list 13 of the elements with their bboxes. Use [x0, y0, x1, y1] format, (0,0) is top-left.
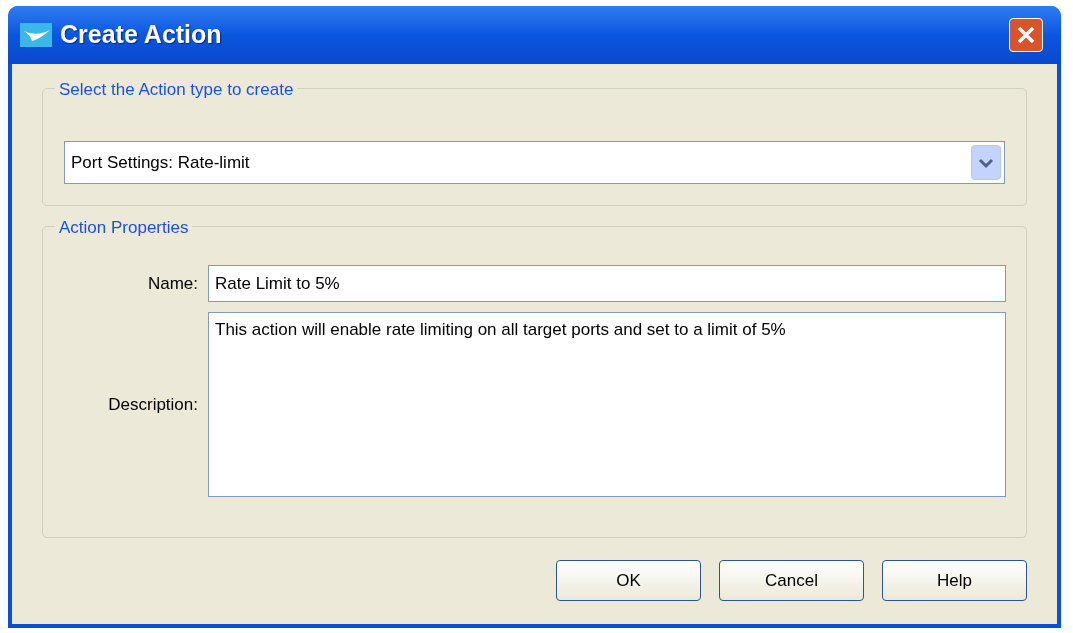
action-type-dropdown[interactable]: Port Settings: Rate-limit [64, 141, 1005, 184]
dialog-button[interactable]: Cancel [719, 560, 864, 601]
description-field[interactable]: This action will enable rate limiting on all target ports and set to a limit of 5% [208, 312, 1006, 497]
field-label: Name: [146, 272, 198, 295]
field-label: Description: [107, 393, 198, 416]
close-icon [1016, 25, 1036, 45]
dialog-button[interactable]: Help [882, 560, 1027, 601]
app-icon [20, 23, 52, 47]
dialog-button[interactable]: OK [556, 560, 701, 601]
close-button[interactable] [1009, 18, 1043, 52]
dropdown-value: Port Settings: Rate-limit [71, 151, 251, 174]
name-field[interactable]: Rate Limit to 5% [208, 265, 1006, 302]
window-title: Create Action [60, 19, 223, 51]
